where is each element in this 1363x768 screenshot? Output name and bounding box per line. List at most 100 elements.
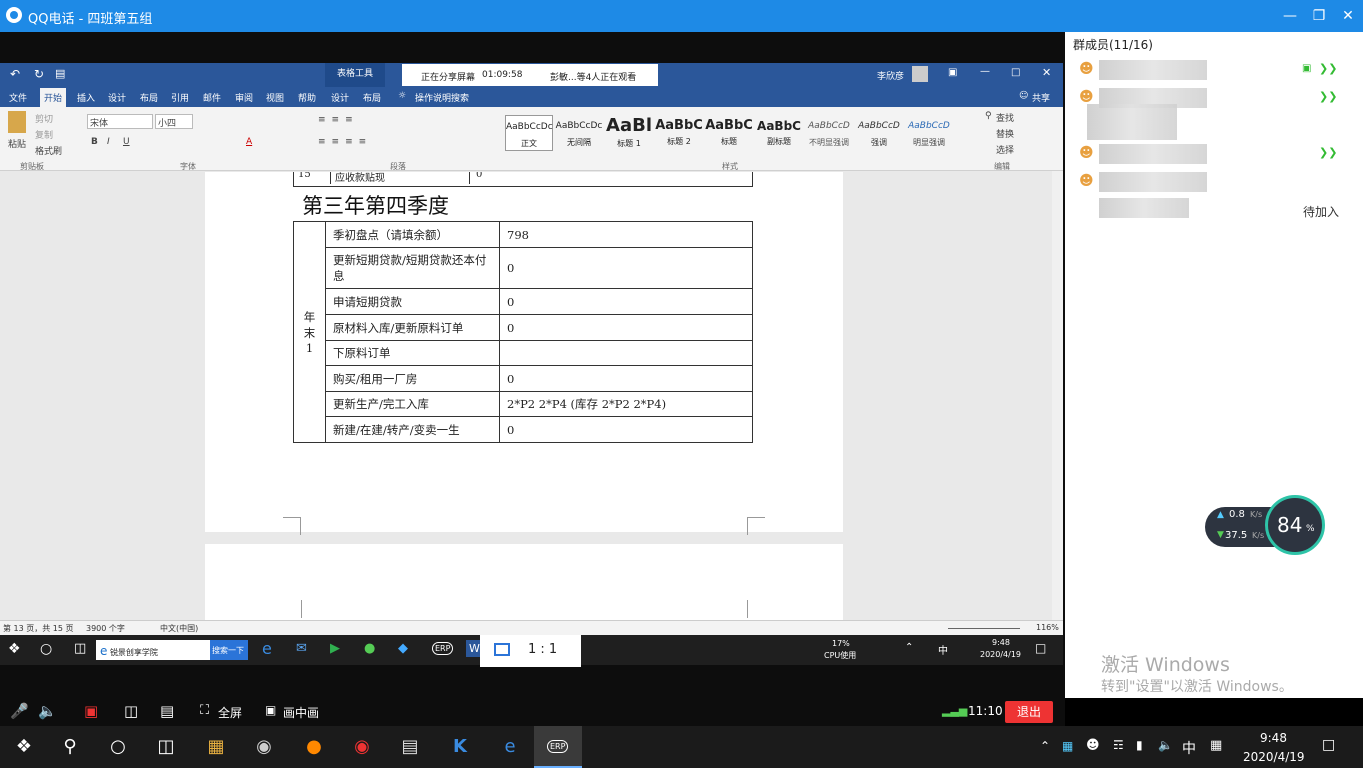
underline-icon[interactable]: U (123, 137, 130, 147)
notification-icon[interactable]: □ (1322, 737, 1335, 753)
replace-button[interactable]: 替换 (996, 127, 1014, 140)
tab-references[interactable]: 引用 (171, 91, 189, 104)
style-emphasis[interactable]: AaBbCcD 强调 (855, 115, 903, 151)
ime-indicator[interactable]: 中 (1182, 738, 1196, 758)
tab-layout[interactable]: 布局 (140, 91, 158, 104)
page-count[interactable]: 第 13 页，共 15 页 (3, 623, 74, 634)
remote-search-input[interactable]: e 锐景创享学院 (96, 640, 210, 660)
redo-icon[interactable]: ↻ (34, 67, 44, 81)
edge-icon[interactable]: e (486, 726, 534, 768)
paste-icon[interactable] (8, 111, 26, 133)
list-icons[interactable]: ≡≡≡ (318, 115, 359, 125)
presentation-icon[interactable]: ▤ (160, 702, 174, 720)
share-button[interactable]: 共享 (1032, 91, 1050, 104)
close-icon[interactable]: ✕ (1337, 6, 1359, 26)
find-icon[interactable]: ⚲ (985, 111, 992, 121)
word-minimize-icon[interactable]: — (980, 66, 990, 77)
paste-button[interactable]: 粘贴 (8, 137, 26, 150)
word-close-icon[interactable]: ✕ (1042, 66, 1051, 79)
align-icons[interactable]: ≡≡≡≡ (318, 137, 372, 147)
font-color-icon[interactable]: A (246, 137, 252, 147)
row-value[interactable]: 0 (499, 365, 753, 392)
pip-icon[interactable]: ▣ (265, 703, 276, 717)
style-heading2[interactable]: AaBbC 标题 2 (655, 115, 703, 151)
clock-date[interactable]: 2020/4/19 (1243, 750, 1305, 764)
italic-icon[interactable]: I (107, 137, 110, 147)
row-value[interactable] (499, 340, 753, 366)
notification-icon[interactable]: □ (1035, 641, 1046, 655)
undo-icon[interactable]: ↶ (10, 67, 20, 81)
fullscreen-icon[interactable]: ⛶ (200, 703, 209, 718)
row-value[interactable]: 0 (499, 416, 753, 443)
row-value[interactable]: 0 (499, 247, 753, 289)
erp-taskbar-button[interactable]: ERP (534, 726, 582, 768)
wifi-icon[interactable]: ☶ (1113, 738, 1124, 752)
style-normal[interactable]: AaBbCcDc 正文 (505, 115, 553, 151)
task-view-icon[interactable]: ◫ (142, 726, 190, 768)
row-value[interactable]: 798 (499, 221, 753, 248)
tab-help[interactable]: 帮助 (298, 91, 316, 104)
tab-insert[interactable]: 插入 (77, 91, 95, 104)
clock-time[interactable]: 9:48 (1260, 731, 1287, 745)
tab-design[interactable]: 设计 (108, 91, 126, 104)
list-item[interactable]: 待加入 (1077, 196, 1347, 224)
app-icon[interactable]: ◉ (240, 726, 288, 768)
edge-icon[interactable]: e (262, 639, 272, 658)
restore-icon[interactable]: ❐ (1308, 6, 1330, 26)
firefox-icon[interactable]: ● (290, 726, 338, 768)
tab-table-design[interactable]: 设计 (331, 91, 349, 104)
ribbon-display-icon[interactable]: ▣ (948, 67, 957, 78)
copy-button[interactable]: 复制 (35, 128, 53, 141)
style-subtitle[interactable]: AaBbC 副标题 (755, 115, 803, 151)
style-heading1[interactable]: AaBl 标题 1 (605, 115, 653, 151)
style-no-spacing[interactable]: AaBbCcDc 无间隔 (555, 115, 603, 151)
save-icon[interactable]: ▤ (55, 67, 65, 80)
language-indicator[interactable]: 中文(中国) (160, 623, 198, 634)
row-value[interactable]: 0 (499, 314, 753, 341)
tab-file[interactable]: 文件 (9, 91, 27, 104)
vertical-scrollbar[interactable] (1052, 171, 1063, 620)
font-size-select[interactable]: 小四 (155, 114, 193, 129)
font-name-select[interactable]: 宋体 (87, 114, 153, 129)
tray-chevron-icon[interactable]: ⌃ (905, 642, 913, 653)
store-icon[interactable]: ▦ (192, 726, 240, 768)
row-value[interactable]: 0 (499, 288, 753, 315)
cortana-icon[interactable]: ○ (40, 641, 52, 657)
tab-table-layout[interactable]: 布局 (363, 91, 381, 104)
list-item[interactable]: ☻ ▣ ❯❯ (1077, 56, 1347, 84)
tell-me-search[interactable]: 操作说明搜索 (415, 91, 469, 104)
tab-mailings[interactable]: 邮件 (203, 91, 221, 104)
word-maximize-icon[interactable]: □ (1011, 67, 1020, 78)
row-value[interactable]: 2*P2 2*P4 (库存 2*P2 2*P4) (499, 391, 753, 417)
zoom-ratio-popup[interactable]: 1 : 1 (480, 635, 581, 667)
screen-share-icon[interactable]: ◫ (124, 702, 138, 720)
netease-music-icon[interactable]: ◉ (338, 726, 386, 768)
cut-button[interactable]: 剪切 (35, 112, 53, 125)
style-title[interactable]: AaBbC 标题 (705, 115, 753, 151)
search-icon[interactable]: ⚲ (46, 726, 94, 768)
word-count[interactable]: 3900 个字 (86, 623, 125, 634)
media-icon[interactable]: ▶ (330, 641, 340, 656)
camera-off-icon[interactable]: ▣ (84, 702, 98, 720)
erp-icon[interactable]: ERP (432, 642, 454, 655)
battery-icon[interactable]: ▮ (1136, 738, 1143, 752)
tab-home[interactable]: 开始 (40, 88, 67, 107)
exit-call-button[interactable]: 退出 (1005, 701, 1053, 723)
tray-app-icon[interactable]: ▦ (1062, 739, 1073, 753)
ime-indicator[interactable]: 中 (938, 642, 948, 657)
zoom-slider[interactable] (948, 628, 1020, 629)
file-manager-icon[interactable]: ▤ (386, 726, 434, 768)
style-intense-emphasis[interactable]: AaBbCcD 明显强调 (905, 115, 953, 151)
avatar[interactable] (912, 66, 928, 82)
kingsoft-icon[interactable]: K (436, 726, 484, 768)
qq-tray-icon[interactable]: ☻ (1086, 738, 1100, 753)
app-icon[interactable]: ● (364, 641, 375, 656)
list-item[interactable]: ☻ (1077, 168, 1347, 196)
zoom-level[interactable]: 116% (1036, 623, 1059, 632)
bold-icon[interactable]: B (91, 137, 98, 147)
microphone-icon[interactable]: 🎤 (10, 702, 29, 720)
keyboard-icon[interactable]: ▦ (1210, 738, 1222, 753)
list-item[interactable]: ☻ ❯❯ (1077, 140, 1347, 168)
pip-button[interactable]: 画中画 (283, 704, 319, 721)
windows-start-icon[interactable]: ❖ (8, 641, 21, 657)
